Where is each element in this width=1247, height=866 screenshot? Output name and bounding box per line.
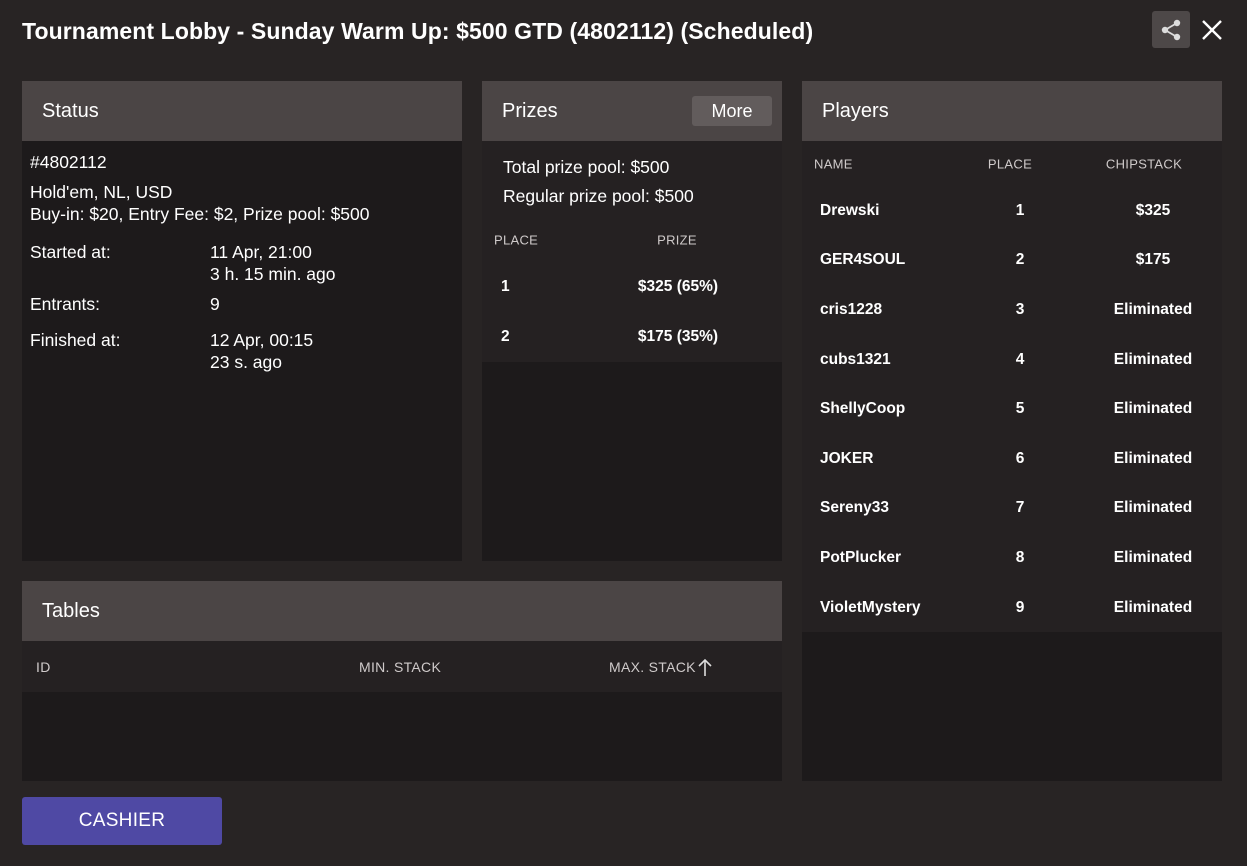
prize-amount: $175 (35%) <box>637 328 719 345</box>
window-title: Tournament Lobby - Sunday Warm Up: $500 … <box>22 18 814 44</box>
col-max-stack[interactable]: MAX. STACK <box>609 657 713 677</box>
prizes-panel: Prizes More Total prize pool: $500 Regul… <box>482 81 782 561</box>
regular-pool-value: $500 <box>654 186 694 206</box>
share-icon <box>1161 19 1181 40</box>
player-name: cubs1321 <box>820 350 891 368</box>
player-place: 2 <box>1015 251 1025 269</box>
player-chipstack: $175 <box>1135 251 1171 269</box>
regular-pool-label: Regular prize pool: <box>503 186 650 206</box>
player-name: Drewski <box>820 201 880 219</box>
finished-value: 12 Apr, 00:15 <box>210 330 314 350</box>
player-name: GER4SOUL <box>820 251 906 269</box>
player-place: 3 <box>1015 300 1025 318</box>
player-name: ShellyCoop <box>820 400 906 418</box>
total-pool-value: $500 <box>630 157 670 177</box>
col-max-stack-label: MAX. STACK <box>609 658 696 675</box>
player-name: cris1228 <box>820 300 883 318</box>
started-ago: 3 h. 15 min. ago <box>210 264 336 284</box>
player-place: 4 <box>1015 350 1025 368</box>
player-chipstack: Eliminated <box>1113 300 1193 318</box>
player-name: VioletMystery <box>820 598 921 616</box>
tournament-id: #4802112 <box>30 152 107 172</box>
col-place: PLACE <box>987 156 1033 171</box>
tables-panel: Tables ID MIN. STACK MAX. STACK <box>22 581 782 781</box>
players-panel: Players NAME PLACE CHIPSTACK Drewski 1 $32… <box>802 81 1222 781</box>
table-row[interactable]: Sereny33 7 Eliminated <box>802 483 1222 534</box>
entrants-value: 9 <box>210 294 220 314</box>
player-chipstack: Eliminated <box>1113 548 1193 566</box>
table-row[interactable]: Drewski 1 $325 <box>802 186 1222 236</box>
player-chipstack: Eliminated <box>1113 449 1193 467</box>
player-place: 8 <box>1015 548 1025 566</box>
col-min-stack[interactable]: MIN. STACK <box>359 659 441 675</box>
player-place: 9 <box>1015 598 1025 616</box>
close-icon <box>1202 20 1222 40</box>
player-name: JOKER <box>820 449 874 467</box>
share-button[interactable] <box>1152 11 1190 48</box>
player-place: 7 <box>1015 499 1025 517</box>
player-place: 6 <box>1015 449 1025 467</box>
prize-pool-summary: Total prize pool: $500 Regular prize poo… <box>482 141 782 218</box>
finished-label: Finished at: <box>30 330 121 350</box>
entrants-label: Entrants: <box>30 294 101 314</box>
col-prize: PRIZE <box>657 232 697 248</box>
players-table-header: NAME PLACE CHIPSTACK <box>802 141 1222 186</box>
player-chipstack: $325 <box>1135 201 1171 219</box>
cashier-button[interactable]: CASHIER <box>22 797 222 845</box>
table-row[interactable]: VioletMystery 9 Eliminated <box>802 582 1222 633</box>
table-row: 1 $325 (65%) <box>482 262 782 312</box>
col-id[interactable]: ID <box>36 659 51 675</box>
table-row[interactable]: cris1228 3 Eliminated <box>802 285 1222 335</box>
player-chipstack: Eliminated <box>1113 400 1193 418</box>
col-place: PLACE <box>494 232 539 248</box>
player-name: PotPlucker <box>820 548 901 566</box>
player-name: Sereny33 <box>820 499 889 517</box>
status-panel: Status #4802112 Hold'em, NL, USD Buy-in:… <box>22 81 462 561</box>
tables-header: Tables <box>22 581 782 641</box>
table-row[interactable]: PotPlucker 8 Eliminated <box>802 533 1222 583</box>
player-chipstack: Eliminated <box>1113 598 1193 616</box>
tables-table-header: ID MIN. STACK MAX. STACK <box>22 641 782 692</box>
player-chipstack: Eliminated <box>1113 499 1193 517</box>
prize-place: 2 <box>501 328 510 345</box>
prize-amount: $325 (65%) <box>637 278 719 295</box>
prizes-title: Prizes <box>502 99 558 122</box>
player-place: 5 <box>1015 400 1025 418</box>
arrow-up-icon <box>698 658 712 676</box>
col-chipstack: CHIPSTACK <box>1105 156 1183 171</box>
more-button[interactable]: More <box>692 96 772 126</box>
prize-table-header: PLACE PRIZE <box>482 218 782 262</box>
player-place: 1 <box>1015 201 1025 219</box>
started-label: Started at: <box>30 242 111 262</box>
player-chipstack: Eliminated <box>1113 350 1193 368</box>
status-header: Status <box>22 81 462 141</box>
players-header: Players <box>802 81 1222 141</box>
game-type: Hold'em, NL, USD <box>30 182 173 202</box>
table-row[interactable]: GER4SOUL 2 $175 <box>802 235 1222 286</box>
finished-ago: 23 s. ago <box>210 352 282 372</box>
buyin-info: Buy-in: $20, Entry Fee: $2, Prize pool: … <box>30 204 370 224</box>
table-row[interactable]: JOKER 6 Eliminated <box>802 433 1222 484</box>
table-row: 2 $175 (35%) <box>482 312 782 362</box>
started-value: 11 Apr, 21:00 <box>210 242 312 262</box>
col-name: NAME <box>814 156 853 171</box>
prize-place: 1 <box>501 278 510 295</box>
total-pool-label: Total prize pool: <box>503 157 626 177</box>
table-row[interactable]: cubs1321 4 Eliminated <box>802 334 1222 385</box>
close-button[interactable] <box>1198 16 1226 44</box>
table-row[interactable]: ShellyCoop 5 Eliminated <box>802 384 1222 434</box>
